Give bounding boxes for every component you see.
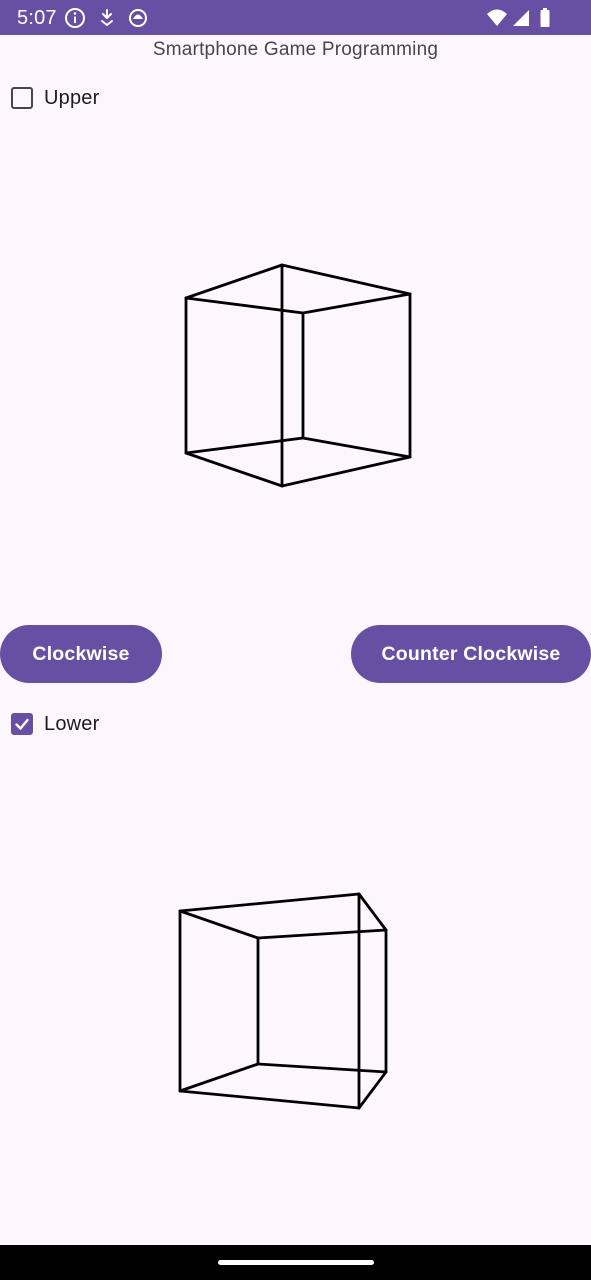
clockwise-button[interactable]: Clockwise — [0, 625, 162, 683]
app-icon — [129, 9, 147, 27]
cube-edge — [184, 296, 305, 315]
cube-edge — [357, 892, 388, 932]
cube-edge — [184, 436, 305, 455]
cube-edge — [178, 1062, 260, 1093]
lower-checkbox-box[interactable] — [11, 713, 33, 735]
cube-edge — [301, 292, 412, 315]
download-icon — [101, 9, 113, 26]
app-title: Smartphone Game Programming — [152, 39, 439, 60]
upper-checkbox[interactable]: Upper — [9, 83, 99, 113]
upper-checkbox-box[interactable] — [11, 87, 33, 109]
upper-cube-canvas — [184, 263, 412, 488]
upper-checkbox-label: Upper — [44, 86, 100, 109]
cube-edge — [184, 451, 284, 488]
wifi-icon — [487, 9, 507, 26]
home-gesture-handle[interactable] — [218, 1260, 374, 1265]
signal-icon — [513, 10, 529, 26]
status-bar: 5:07 — [0, 0, 591, 35]
cube-edge — [256, 928, 388, 940]
cube-edge — [184, 263, 284, 300]
navigation-bar — [0, 1245, 591, 1280]
status-time: 5:07 — [17, 7, 57, 29]
cube-edge — [178, 909, 260, 940]
cube-edge — [178, 892, 361, 913]
battery-icon — [540, 8, 550, 27]
lower-checkbox[interactable]: Lower — [9, 709, 99, 739]
info-icon — [65, 8, 85, 28]
cube-edge — [280, 455, 412, 488]
checkmark-icon — [15, 718, 29, 730]
cube-edge — [178, 1089, 361, 1110]
cube-edge — [280, 263, 412, 296]
status-system-icons — [486, 7, 556, 29]
counter-clockwise-button[interactable]: Counter Clockwise — [351, 625, 591, 683]
lower-cube-canvas — [178, 892, 388, 1110]
cube-edge — [256, 1062, 388, 1074]
lower-checkbox-label: Lower — [44, 712, 100, 735]
cube-edge — [301, 436, 412, 459]
cube-edge — [357, 1070, 388, 1110]
